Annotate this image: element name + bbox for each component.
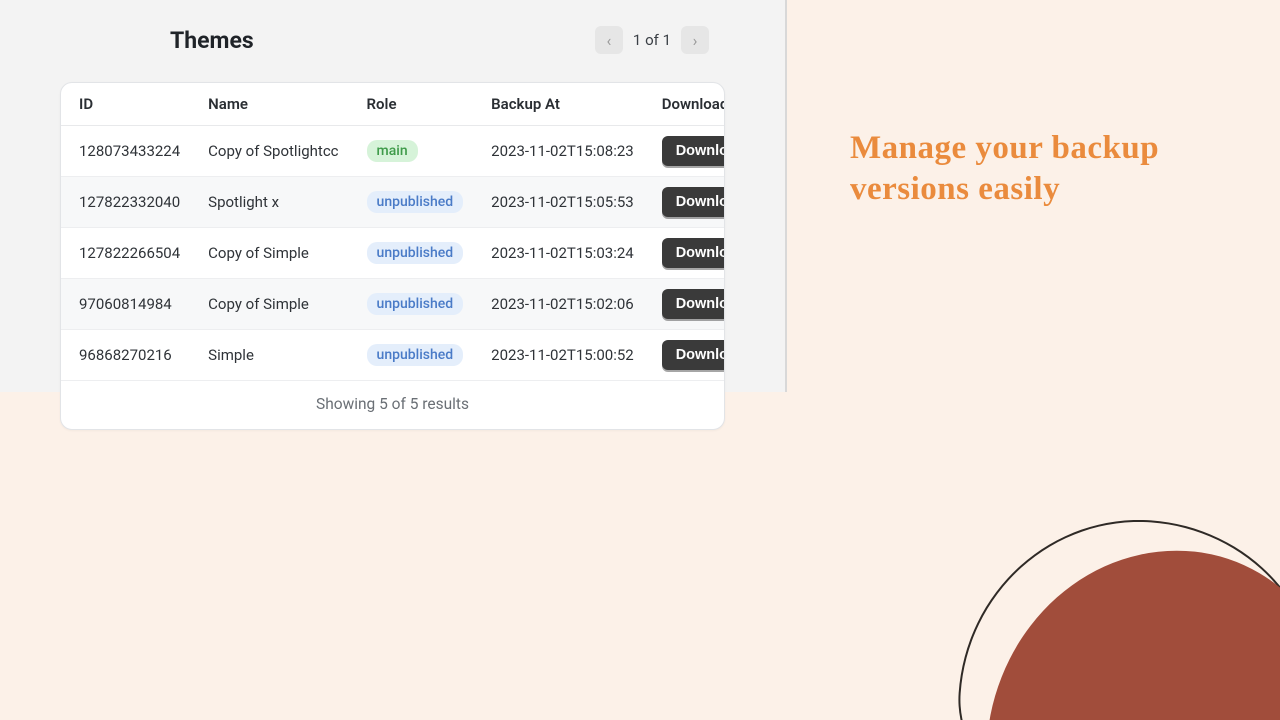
cell-backup: 2023-11-02T15:03:24 [473, 228, 644, 279]
download-button[interactable]: Download [662, 187, 725, 217]
table-row: 97060814984 Copy of Simple unpublished 2… [61, 279, 725, 330]
cell-backup: 2023-11-02T15:00:52 [473, 330, 644, 381]
marketing-headline: Manage your backup versions easily [850, 128, 1230, 211]
pager-next-button[interactable]: › [681, 26, 709, 54]
cell-role: unpublished [349, 330, 474, 381]
cell-name: Spotlight x [190, 177, 348, 228]
themes-table-card: ID Name Role Backup At Download 12807343… [60, 82, 725, 430]
cell-id: 96868270216 [61, 330, 190, 381]
pager-prev-button[interactable]: ‹ [595, 26, 623, 54]
table-footer: Showing 5 of 5 results [61, 381, 724, 429]
cell-name: Simple [190, 330, 348, 381]
chevron-right-icon: › [693, 31, 698, 50]
table-row: 127822266504 Copy of Simple unpublished … [61, 228, 725, 279]
role-badge-unpublished: unpublished [367, 191, 464, 213]
col-header-download: Download [644, 83, 725, 126]
page-title: Themes [170, 27, 254, 54]
cell-backup: 2023-11-02T15:05:53 [473, 177, 644, 228]
col-header-name: Name [190, 83, 348, 126]
table-row: 128073433224 Copy of Spotlightcc main 20… [61, 126, 725, 177]
table-row: 96868270216 Simple unpublished 2023-11-0… [61, 330, 725, 381]
cell-role: unpublished [349, 279, 474, 330]
cell-id: 127822332040 [61, 177, 190, 228]
cell-id: 97060814984 [61, 279, 190, 330]
cell-download: Download [644, 177, 725, 228]
col-header-role: Role [349, 83, 474, 126]
pagination: ‹ 1 of 1 › [595, 26, 709, 54]
cell-name: Copy of Spotlightcc [190, 126, 348, 177]
cell-download: Download [644, 126, 725, 177]
download-button[interactable]: Download [662, 136, 725, 166]
table-row: 127822332040 Spotlight x unpublished 202… [61, 177, 725, 228]
pager-label: 1 of 1 [633, 31, 671, 49]
page-header: Themes ‹ 1 of 1 › [60, 26, 725, 54]
cell-id: 127822266504 [61, 228, 190, 279]
cell-download: Download [644, 279, 725, 330]
cell-name: Copy of Simple [190, 279, 348, 330]
col-header-id: ID [61, 83, 190, 126]
themes-table: ID Name Role Backup At Download 12807343… [61, 83, 725, 381]
cell-download: Download [644, 228, 725, 279]
role-badge-unpublished: unpublished [367, 293, 464, 315]
table-header-row: ID Name Role Backup At Download [61, 83, 725, 126]
col-header-backup: Backup At [473, 83, 644, 126]
cell-id: 128073433224 [61, 126, 190, 177]
cell-name: Copy of Simple [190, 228, 348, 279]
cell-backup: 2023-11-02T15:02:06 [473, 279, 644, 330]
app-panel: Themes ‹ 1 of 1 › ID Name [0, 0, 787, 392]
download-button[interactable]: Download [662, 238, 725, 268]
download-button[interactable]: Download [662, 289, 725, 319]
download-button[interactable]: Download [662, 340, 725, 370]
cell-download: Download [644, 330, 725, 381]
role-badge-unpublished: unpublished [367, 344, 464, 366]
role-badge-unpublished: unpublished [367, 242, 464, 264]
role-badge-main: main [367, 140, 418, 162]
cell-backup: 2023-11-02T15:08:23 [473, 126, 644, 177]
cell-role: unpublished [349, 177, 474, 228]
cell-role: main [349, 126, 474, 177]
chevron-left-icon: ‹ [607, 31, 612, 50]
cell-role: unpublished [349, 228, 474, 279]
